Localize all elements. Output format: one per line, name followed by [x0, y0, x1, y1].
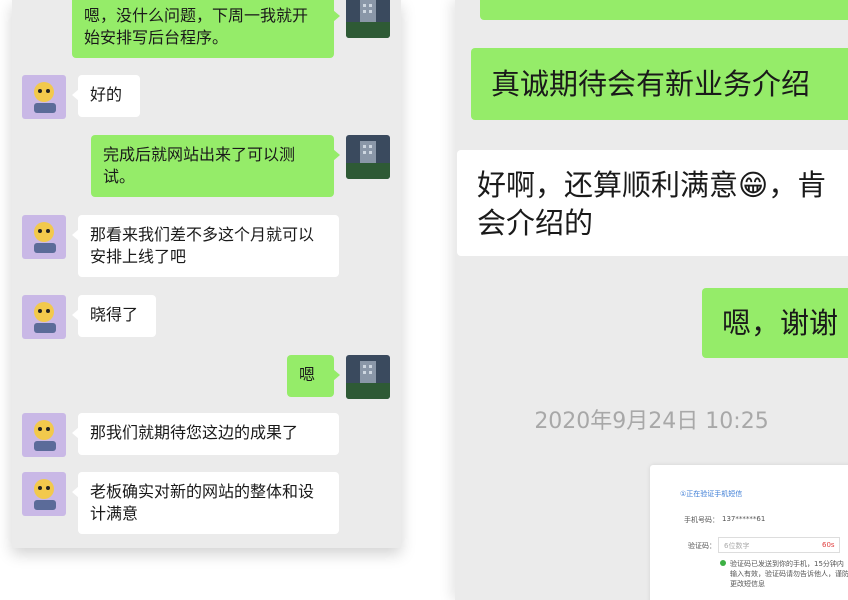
message-bubble-incoming: 好啊，还算顺利满意😁，肯 会介绍的	[457, 150, 848, 256]
message-bubble-incoming: 那我们就期待您这边的成果了	[72, 413, 339, 455]
left-chat-screenshot: 嗯，没什么问题，下周一我就开始安排写后台程序。 好的 完成后就网站出来了可以测试…	[12, 0, 401, 548]
message-text: 嗯，没什么问题，下周一我就开始安排写后台程序。	[84, 6, 309, 47]
message-bubble-outgoing: 嗯，没什么问题，下周一我就开始安排写后台程序。	[72, 0, 340, 58]
message-text: 晓得了	[90, 305, 139, 324]
check-icon	[720, 560, 726, 566]
code-placeholder: 6位数字	[724, 542, 750, 550]
message-line: 会介绍的	[477, 206, 594, 240]
message-text: 那我们就期待您这边的成果了	[90, 423, 299, 442]
timestamp: 2020年9月24日 10:25	[534, 409, 769, 434]
message-bubble-incoming: 晓得了	[72, 295, 156, 337]
message-text: 嗯	[299, 365, 316, 384]
right-chat-screenshot: 真诚期待会有新业务介绍 好啊，还算顺利满意😁，肯 会介绍的 嗯，谢谢 2020年…	[455, 0, 848, 600]
message-bubble-outgoing: 嗯，谢谢	[702, 288, 848, 358]
message-bubble-outgoing: 嗯	[287, 355, 340, 397]
message-text: 完成后就网站出来了可以测试。	[103, 145, 296, 186]
message-bubble-outgoing	[480, 0, 848, 20]
message-bubble-outgoing: 完成后就网站出来了可以测试。	[91, 135, 340, 197]
card-header: ①正在验证手机短信	[680, 490, 743, 498]
hint-line: 验证码已发送到你的手机，15分钟内	[730, 560, 844, 568]
message-text: 嗯，谢谢	[722, 306, 839, 340]
code-timer: 60s	[822, 541, 835, 549]
message-bubble-incoming: 老板确实对新的网站的整体和设计满意	[72, 472, 339, 534]
message-text: 老板确实对新的网站的整体和设计满意	[90, 482, 315, 523]
avatar-contact[interactable]	[22, 75, 66, 119]
avatar-contact[interactable]	[22, 295, 66, 339]
message-text: 那看来我们差不多这个月就可以安排上线了吧	[90, 225, 315, 266]
phone-label: 手机号码：	[684, 516, 719, 524]
code-label: 验证码：	[688, 542, 716, 550]
avatar-contact[interactable]	[22, 413, 66, 457]
avatar-contact[interactable]	[22, 215, 66, 259]
message-line: 好啊，还算顺利满意😁，肯	[477, 168, 827, 202]
message-bubble-outgoing: 真诚期待会有新业务介绍	[471, 48, 848, 120]
hint-line: 输入有效，验证码请勿告诉他人，谨防诈骗	[730, 570, 848, 578]
image-message-verification-screenshot[interactable]: ①正在验证手机短信 手机号码： 137******61 验证码： 6位数字 60…	[650, 465, 848, 600]
avatar-self[interactable]	[346, 355, 390, 399]
phone-value: 137******61	[722, 515, 766, 523]
message-bubble-incoming: 好的	[72, 75, 140, 117]
hint-line: 更改短信息	[730, 580, 765, 588]
avatar-self[interactable]	[346, 0, 390, 38]
grin-emoji-icon: 😁	[738, 168, 769, 202]
avatar-self[interactable]	[346, 135, 390, 179]
message-text: 真诚期待会有新业务介绍	[491, 67, 811, 101]
avatar-contact[interactable]	[22, 472, 66, 516]
message-text: 好的	[90, 85, 123, 104]
message-bubble-incoming: 那看来我们差不多这个月就可以安排上线了吧	[72, 215, 339, 277]
